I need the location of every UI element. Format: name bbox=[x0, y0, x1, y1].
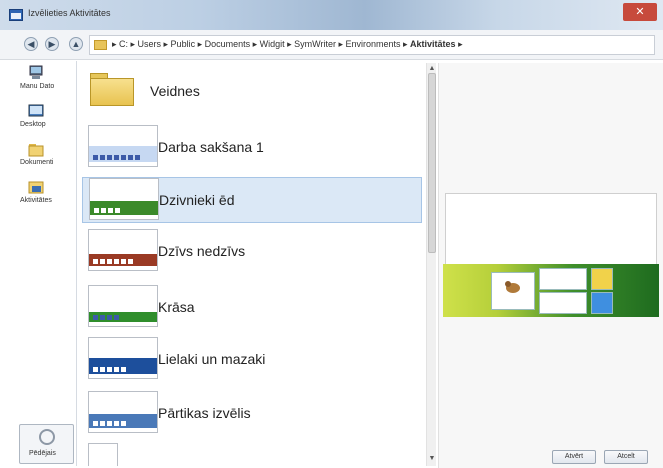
sidebar-item-label: Desktop bbox=[20, 121, 46, 128]
folder-icon bbox=[90, 73, 134, 107]
scroll-down-icon[interactable]: ▼ bbox=[428, 455, 436, 463]
list-item[interactable]: Krāsa bbox=[82, 285, 422, 331]
back-arrow-icon[interactable]: ◀ bbox=[24, 37, 38, 51]
up-arrow-icon[interactable]: ▲ bbox=[69, 37, 83, 51]
list-item-label: Krāsa bbox=[158, 299, 195, 315]
documents-folder-icon bbox=[28, 144, 44, 157]
activity-thumbnail bbox=[88, 337, 158, 379]
sidebar-item-label: Manu Dato bbox=[20, 83, 55, 90]
scroll-up-icon[interactable]: ▲ bbox=[428, 65, 436, 73]
open-button[interactable]: Atvērt bbox=[552, 450, 596, 464]
sidebar-item-label: Dokumenti bbox=[20, 159, 54, 166]
file-list: Veidnes Darba sakšana 1 Dzivnieki ēd Dzī… bbox=[82, 63, 426, 466]
sidebar-item-computer[interactable]: Manu Dato bbox=[16, 65, 77, 97]
list-item[interactable] bbox=[82, 443, 422, 466]
sidebar-item-documents[interactable]: Dokumenti bbox=[16, 141, 77, 173]
preview-frame bbox=[445, 193, 657, 265]
list-item-label: Veidnes bbox=[150, 83, 200, 99]
forward-arrow-icon[interactable]: ▶ bbox=[45, 37, 59, 51]
app-icon bbox=[9, 9, 23, 21]
activity-thumbnail bbox=[88, 125, 158, 167]
recent-label: Pēdējais bbox=[29, 450, 56, 457]
sidebar: Manu Dato Desktop Dokumenti Aktivitātes … bbox=[16, 61, 77, 466]
list-scrollbar[interactable]: ▲ ▼ bbox=[426, 63, 436, 466]
breadcrumb-current[interactable]: Aktivitātes bbox=[410, 39, 456, 49]
sidebar-item-activities[interactable]: Aktivitātes bbox=[16, 179, 77, 211]
list-item-label: Pārtikas izvēlis bbox=[158, 405, 251, 421]
activity-thumbnail bbox=[88, 229, 158, 271]
list-item-folder-veidnes[interactable]: Veidnes bbox=[82, 69, 422, 115]
activity-thumbnail bbox=[88, 285, 158, 327]
list-item[interactable]: Dzīvs nedzīvs bbox=[82, 229, 422, 275]
preview-card bbox=[491, 272, 535, 310]
list-item-label: Lielaki un mazaki bbox=[158, 351, 266, 367]
close-button[interactable]: ✕ bbox=[623, 3, 657, 21]
list-item[interactable]: Pārtikas izvēlis bbox=[82, 391, 422, 437]
preview-card bbox=[539, 292, 587, 314]
preview-image bbox=[443, 264, 659, 317]
list-item[interactable]: Darba sakšana 1 bbox=[82, 125, 422, 171]
list-item-label: Dzivnieki ēd bbox=[159, 192, 235, 208]
address-bar[interactable]: ▸ C: ▸ Users ▸ Public ▸ Documents ▸ Widg… bbox=[89, 35, 655, 55]
breadcrumb-path[interactable]: ▸ C: ▸ Users ▸ Public ▸ Documents ▸ Widg… bbox=[112, 39, 410, 49]
breadcrumb-trailing: ▸ bbox=[455, 39, 463, 49]
activities-icon bbox=[28, 181, 44, 194]
desktop-icon bbox=[28, 104, 44, 117]
list-item-label: Darba sakšana 1 bbox=[158, 139, 264, 155]
activity-thumbnail bbox=[88, 391, 158, 433]
breadcrumb: ▸ C: ▸ Users ▸ Public ▸ Documents ▸ Widg… bbox=[112, 39, 463, 50]
cancel-button[interactable]: Atcelt bbox=[604, 450, 648, 464]
preview-card bbox=[591, 268, 613, 290]
preview-card bbox=[591, 292, 613, 314]
sidebar-item-desktop[interactable]: Desktop bbox=[16, 103, 77, 135]
list-item-selected[interactable]: Dzivnieki ēd bbox=[82, 177, 422, 223]
activity-thumbnail bbox=[89, 178, 159, 220]
preview-card bbox=[539, 268, 587, 290]
activity-thumbnail bbox=[88, 443, 118, 466]
computer-icon bbox=[29, 65, 43, 79]
window-title: Izvēlieties Aktivitātes bbox=[28, 8, 111, 18]
preview-pane bbox=[438, 63, 663, 468]
list-item-label: Dzīvs nedzīvs bbox=[158, 243, 246, 259]
folder-icon bbox=[94, 40, 107, 50]
sidebar-item-label: Aktivitātes bbox=[20, 197, 52, 204]
recent-icon bbox=[39, 429, 55, 445]
recent-places-button[interactable]: Pēdējais bbox=[19, 424, 74, 464]
title-bar: Izvēlieties Aktivitātes ✕ bbox=[0, 0, 663, 30]
list-item[interactable]: Lielaki un mazaki bbox=[82, 337, 422, 383]
animal-icon bbox=[505, 281, 520, 293]
scroll-thumb[interactable] bbox=[428, 73, 436, 253]
navigation-bar: ◀ ▶ ▲ ▸ C: ▸ Users ▸ Public ▸ Documents … bbox=[0, 30, 663, 60]
